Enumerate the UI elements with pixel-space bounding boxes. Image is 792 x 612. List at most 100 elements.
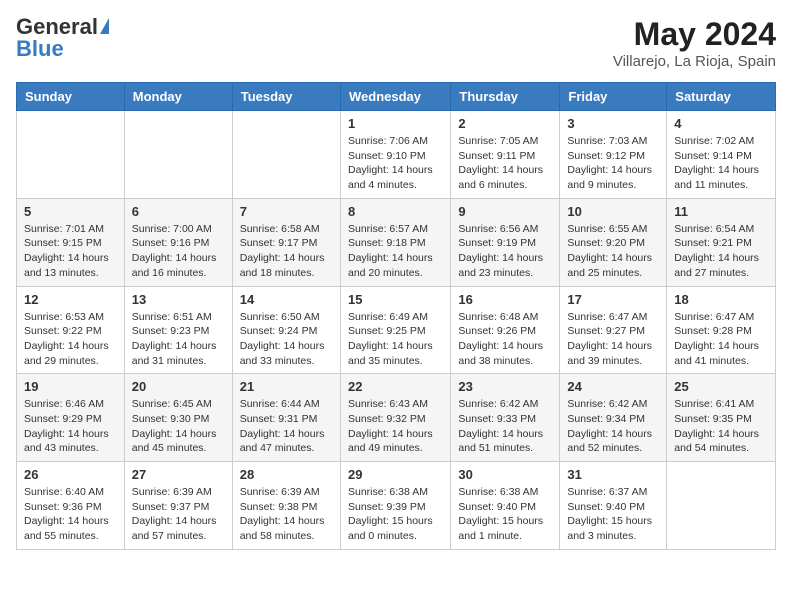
day-info: Sunrise: 7:01 AMSunset: 9:15 PMDaylight:… <box>24 222 117 281</box>
col-saturday: Saturday <box>667 83 776 111</box>
col-tuesday: Tuesday <box>232 83 340 111</box>
table-row: 26 Sunrise: 6:40 AMSunset: 9:36 PMDayligh… <box>17 462 125 550</box>
table-row: 16 Sunrise: 6:48 AMSunset: 9:26 PMDayligh… <box>451 286 560 374</box>
table-row: 17Sunrise: 6:47 AMSunset: 9:27 PMDayligh… <box>560 286 667 374</box>
col-sunday: Sunday <box>17 83 125 111</box>
col-friday: Friday <box>560 83 667 111</box>
title-section: May 2024 Villarejo, La Rioja, Spain <box>613 16 776 70</box>
day-info: Sunrise: 6:47 AMSunset: 9:28 PMDaylight:… <box>674 310 768 369</box>
day-number: 25 <box>674 379 768 394</box>
day-info: Sunrise: 6:38 AMSunset: 9:39 PMDaylight:… <box>348 485 443 544</box>
table-row: 27 Sunrise: 6:39 AMSunset: 9:37 PMDayligh… <box>124 462 232 550</box>
day-info: Sunrise: 6:45 AMSunset: 9:30 PMDaylight:… <box>132 397 225 456</box>
day-number: 20 <box>132 379 225 394</box>
table-row: 13 Sunrise: 6:51 AMSunset: 9:23 PMDayligh… <box>124 286 232 374</box>
day-info: Sunrise: 6:51 AMSunset: 9:23 PMDaylight:… <box>132 310 225 369</box>
table-row: 3 Sunrise: 7:03 AMSunset: 9:12 PMDaylight… <box>560 111 667 199</box>
table-row: 21 Sunrise: 6:44 AMSunset: 9:31 PMDayligh… <box>232 374 340 462</box>
day-info: Sunrise: 6:38 AMSunset: 9:40 PMDaylight:… <box>458 485 552 544</box>
day-number: 27 <box>132 467 225 482</box>
day-number: 15 <box>348 292 443 307</box>
table-row: 9 Sunrise: 6:56 AMSunset: 9:19 PMDaylight… <box>451 198 560 286</box>
day-number: 13 <box>132 292 225 307</box>
day-number: 7 <box>240 204 333 219</box>
table-row: 22 Sunrise: 6:43 AMSunset: 9:32 PMDayligh… <box>340 374 450 462</box>
day-number: 28 <box>240 467 333 482</box>
logo-general-text: General <box>16 16 98 38</box>
calendar-table: Sunday Monday Tuesday Wednesday Thursday… <box>16 82 776 550</box>
day-info: Sunrise: 6:40 AMSunset: 9:36 PMDaylight:… <box>24 485 117 544</box>
table-row: 18 Sunrise: 6:47 AMSunset: 9:28 PMDayligh… <box>667 286 776 374</box>
table-row <box>124 111 232 199</box>
table-row: 25 Sunrise: 6:41 AMSunset: 9:35 PMDayligh… <box>667 374 776 462</box>
day-number: 29 <box>348 467 443 482</box>
table-row: 1Sunrise: 7:06 AMSunset: 9:10 PMDaylight… <box>340 111 450 199</box>
day-info: Sunrise: 6:57 AMSunset: 9:18 PMDaylight:… <box>348 222 443 281</box>
day-number: 9 <box>458 204 552 219</box>
table-row: 2Sunrise: 7:05 AMSunset: 9:11 PMDaylight… <box>451 111 560 199</box>
table-row: 8Sunrise: 6:57 AMSunset: 9:18 PMDaylight… <box>340 198 450 286</box>
day-info: Sunrise: 7:03 AMSunset: 9:12 PMDaylight:… <box>567 134 659 193</box>
day-info: Sunrise: 6:56 AMSunset: 9:19 PMDaylight:… <box>458 222 552 281</box>
table-row: 29 Sunrise: 6:38 AMSunset: 9:39 PMDayligh… <box>340 462 450 550</box>
table-row: 4Sunrise: 7:02 AMSunset: 9:14 PMDaylight… <box>667 111 776 199</box>
table-row: 15 Sunrise: 6:49 AMSunset: 9:25 PMDayligh… <box>340 286 450 374</box>
day-number: 4 <box>674 116 768 131</box>
day-number: 12 <box>24 292 117 307</box>
day-number: 16 <box>458 292 552 307</box>
day-info: Sunrise: 6:54 AMSunset: 9:21 PMDaylight:… <box>674 222 768 281</box>
calendar-header-row: Sunday Monday Tuesday Wednesday Thursday… <box>17 83 776 111</box>
location-subtitle: Villarejo, La Rioja, Spain <box>613 53 776 70</box>
day-number: 6 <box>132 204 225 219</box>
day-info: Sunrise: 7:00 AMSunset: 9:16 PMDaylight:… <box>132 222 225 281</box>
day-number: 11 <box>674 204 768 219</box>
table-row: 5 Sunrise: 7:01 AMSunset: 9:15 PMDaylight… <box>17 198 125 286</box>
day-info: Sunrise: 6:46 AMSunset: 9:29 PMDaylight:… <box>24 397 117 456</box>
table-row: 14 Sunrise: 6:50 AMSunset: 9:24 PMDayligh… <box>232 286 340 374</box>
day-number: 14 <box>240 292 333 307</box>
table-row: 20 Sunrise: 6:45 AMSunset: 9:30 PMDayligh… <box>124 374 232 462</box>
day-number: 23 <box>458 379 552 394</box>
day-number: 26 <box>24 467 117 482</box>
table-row: 30 Sunrise: 6:38 AMSunset: 9:40 PMDayligh… <box>451 462 560 550</box>
table-row: 10 Sunrise: 6:55 AMSunset: 9:20 PMDayligh… <box>560 198 667 286</box>
day-number: 3 <box>567 116 659 131</box>
col-wednesday: Wednesday <box>340 83 450 111</box>
day-info: Sunrise: 6:50 AMSunset: 9:24 PMDaylight:… <box>240 310 333 369</box>
table-row <box>17 111 125 199</box>
day-info: Sunrise: 6:39 AMSunset: 9:38 PMDaylight:… <box>240 485 333 544</box>
day-number: 18 <box>674 292 768 307</box>
day-number: 2 <box>458 116 552 131</box>
logo: General Blue <box>16 16 109 60</box>
day-info: Sunrise: 6:43 AMSunset: 9:32 PMDaylight:… <box>348 397 443 456</box>
table-row: 28 Sunrise: 6:39 AMSunset: 9:38 PMDayligh… <box>232 462 340 550</box>
col-monday: Monday <box>124 83 232 111</box>
logo-triangle-icon <box>100 18 109 34</box>
table-row: 19 Sunrise: 6:46 AMSunset: 9:29 PMDayligh… <box>17 374 125 462</box>
day-info: Sunrise: 6:39 AMSunset: 9:37 PMDaylight:… <box>132 485 225 544</box>
day-info: Sunrise: 6:53 AMSunset: 9:22 PMDaylight:… <box>24 310 117 369</box>
day-info: Sunrise: 6:49 AMSunset: 9:25 PMDaylight:… <box>348 310 443 369</box>
day-number: 31 <box>567 467 659 482</box>
page-header: General Blue May 2024 Villarejo, La Rioj… <box>16 16 776 70</box>
table-row: 12 Sunrise: 6:53 AMSunset: 9:22 PMDayligh… <box>17 286 125 374</box>
month-year-title: May 2024 <box>613 16 776 53</box>
day-info: Sunrise: 6:41 AMSunset: 9:35 PMDaylight:… <box>674 397 768 456</box>
day-info: Sunrise: 6:44 AMSunset: 9:31 PMDaylight:… <box>240 397 333 456</box>
day-number: 5 <box>24 204 117 219</box>
day-info: Sunrise: 6:48 AMSunset: 9:26 PMDaylight:… <box>458 310 552 369</box>
day-number: 10 <box>567 204 659 219</box>
table-row: 23 Sunrise: 6:42 AMSunset: 9:33 PMDayligh… <box>451 374 560 462</box>
day-info: Sunrise: 6:42 AMSunset: 9:33 PMDaylight:… <box>458 397 552 456</box>
table-row <box>232 111 340 199</box>
day-info: Sunrise: 6:42 AMSunset: 9:34 PMDaylight:… <box>567 397 659 456</box>
day-number: 22 <box>348 379 443 394</box>
day-info: Sunrise: 6:55 AMSunset: 9:20 PMDaylight:… <box>567 222 659 281</box>
table-row <box>667 462 776 550</box>
table-row: 7Sunrise: 6:58 AMSunset: 9:17 PMDaylight… <box>232 198 340 286</box>
day-info: Sunrise: 6:37 AMSunset: 9:40 PMDaylight:… <box>567 485 659 544</box>
day-number: 30 <box>458 467 552 482</box>
logo-blue-text: Blue <box>16 38 64 60</box>
day-number: 21 <box>240 379 333 394</box>
day-number: 19 <box>24 379 117 394</box>
